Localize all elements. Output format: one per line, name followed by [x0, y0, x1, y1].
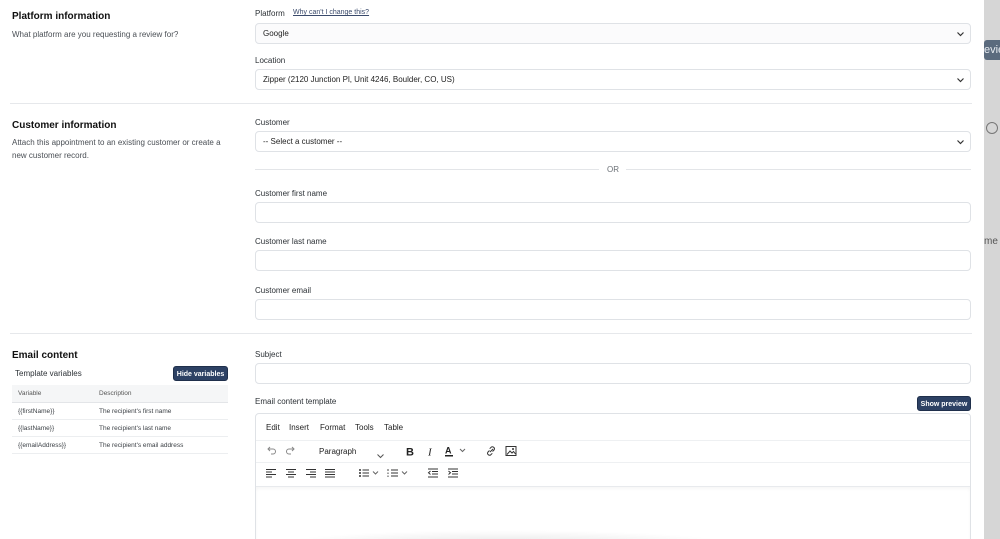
- background-circle-icon: [986, 122, 998, 134]
- menu-table[interactable]: Table: [384, 423, 403, 432]
- svg-text:I: I: [427, 447, 433, 458]
- subject-label: Subject: [255, 350, 282, 359]
- image-icon[interactable]: [505, 445, 519, 459]
- align-justify-icon[interactable]: [324, 467, 338, 481]
- email-label: Customer email: [255, 286, 312, 295]
- menu-tools[interactable]: Tools: [355, 423, 374, 432]
- variable-description: The recipient's email address: [99, 442, 184, 449]
- last-name-input[interactable]: [255, 250, 971, 271]
- last-name-label: Customer last name: [255, 237, 327, 246]
- text-color-icon[interactable]: A: [444, 445, 470, 459]
- menu-format[interactable]: Format: [320, 423, 345, 432]
- platform-section-description: What platform are you requesting a revie…: [12, 30, 179, 39]
- background-page: evie me: [984, 0, 1000, 539]
- column-header-description: Description: [99, 390, 132, 397]
- bold-icon[interactable]: B: [404, 445, 418, 459]
- email-template-label: Email content template: [255, 397, 337, 406]
- align-center-icon[interactable]: [285, 467, 299, 481]
- platform-section-title: Platform information: [12, 11, 111, 22]
- variable-name: {{emailAddress}}: [18, 442, 67, 449]
- svg-text:A: A: [445, 446, 452, 456]
- variable-description: The recipient's last name: [99, 425, 172, 432]
- redo-icon[interactable]: [285, 445, 299, 459]
- or-divider-left: [255, 169, 599, 170]
- email-section-title: Email content: [12, 350, 78, 361]
- chevron-down-icon: [957, 77, 964, 83]
- or-divider-text: OR: [607, 165, 619, 174]
- block-format-value: Paragraph: [319, 447, 357, 456]
- table-header: Variable Description: [12, 385, 228, 403]
- customer-select-value: -- Select a customer --: [263, 137, 343, 146]
- align-left-icon[interactable]: [265, 467, 279, 481]
- indent-icon[interactable]: [447, 467, 461, 481]
- platform-select-value: Google: [263, 29, 289, 38]
- template-variables-table: Variable Description {{firstName}} The r…: [12, 385, 228, 454]
- review-request-panel: Platform information What platform are y…: [0, 0, 984, 539]
- menu-insert[interactable]: Insert: [289, 423, 309, 432]
- editor-toolbar-row-2: [256, 462, 970, 484]
- location-label: Location: [255, 56, 286, 65]
- customer-section-title: Customer information: [12, 120, 117, 131]
- customer-select[interactable]: -- Select a customer --: [255, 131, 971, 152]
- chevron-down-icon: [957, 139, 964, 145]
- subject-input[interactable]: [255, 363, 971, 384]
- undo-icon[interactable]: [265, 445, 279, 459]
- outdent-icon[interactable]: [427, 467, 441, 481]
- location-select[interactable]: Zipper (2120 Junction Pl, Unit 4246, Bou…: [255, 69, 971, 90]
- variable-description: The recipient's first name: [99, 408, 172, 415]
- customer-label: Customer: [255, 118, 290, 127]
- background-text: me: [984, 236, 998, 247]
- template-variables-label: Template variables: [15, 369, 82, 378]
- rich-text-editor: Edit Insert Format Tools Table Paragraph…: [255, 413, 971, 539]
- table-row: {{emailAddress}} The recipient's email a…: [12, 437, 228, 454]
- background-button: evie: [984, 40, 1000, 60]
- platform-label: Platform: [255, 9, 285, 18]
- link-icon[interactable]: [485, 445, 499, 459]
- align-right-icon[interactable]: [305, 467, 319, 481]
- table-row: {{firstName}} The recipient's first name: [12, 403, 228, 420]
- menu-edit[interactable]: Edit: [266, 423, 280, 432]
- italic-icon[interactable]: I: [425, 445, 439, 459]
- editor-toolbar-row-1: Paragraph B I A: [256, 440, 970, 462]
- svg-text:B: B: [406, 447, 414, 458]
- bullet-list-icon[interactable]: [358, 467, 382, 481]
- platform-select[interactable]: Google: [255, 23, 971, 44]
- section-divider: [10, 333, 972, 334]
- location-select-value: Zipper (2120 Junction Pl, Unit 4246, Bou…: [263, 75, 455, 84]
- block-format-select[interactable]: Paragraph: [314, 444, 388, 460]
- variable-name: {{lastName}}: [18, 425, 55, 432]
- editor-menubar: Edit Insert Format Tools Table: [256, 414, 970, 440]
- column-header-variable: Variable: [18, 390, 42, 397]
- show-preview-button[interactable]: Show preview: [917, 396, 971, 411]
- hide-variables-button[interactable]: Hide variables: [173, 366, 228, 381]
- why-cant-change-link[interactable]: Why can't I change this?: [293, 9, 369, 16]
- chevron-down-icon: [957, 31, 964, 37]
- variable-name: {{firstName}}: [18, 408, 55, 415]
- customer-section-description: Attach this appointment to an existing c…: [12, 138, 221, 160]
- or-divider-right: [626, 169, 971, 170]
- first-name-input[interactable]: [255, 202, 971, 223]
- table-row: {{lastName}} The recipient's last name: [12, 420, 228, 437]
- section-divider: [10, 103, 972, 104]
- first-name-label: Customer first name: [255, 189, 328, 198]
- numbered-list-icon[interactable]: [387, 467, 411, 481]
- email-input[interactable]: [255, 299, 971, 320]
